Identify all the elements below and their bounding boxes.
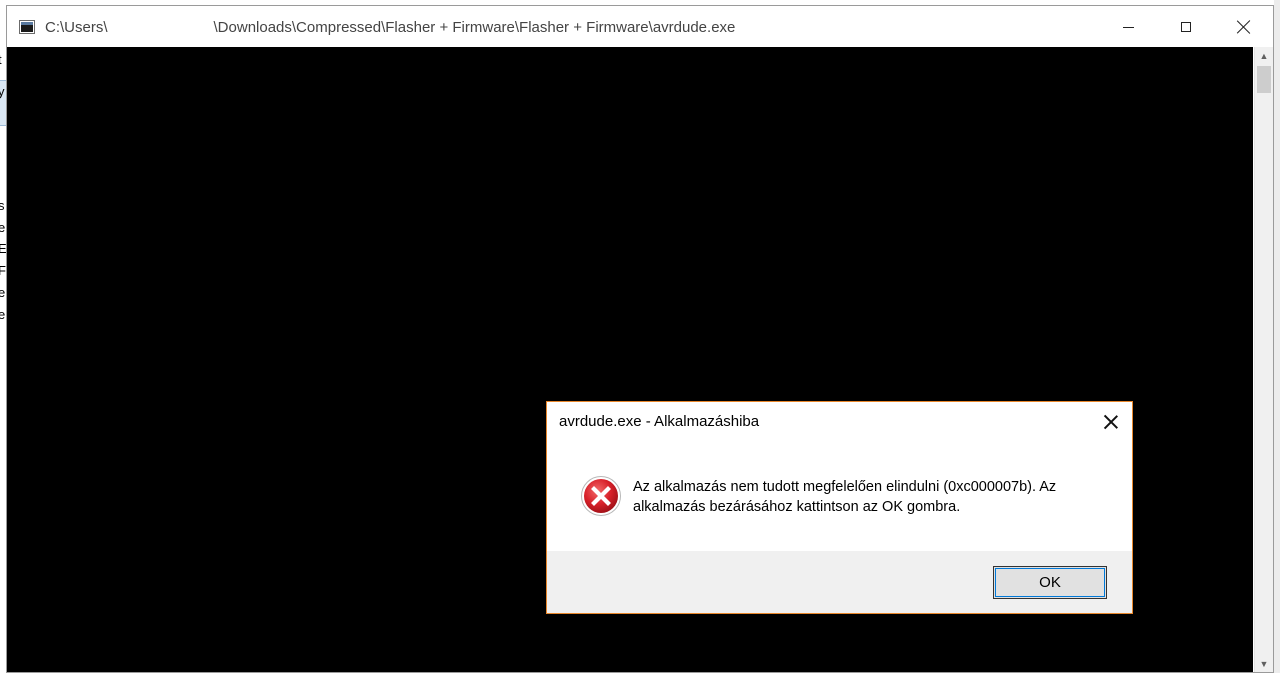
chevron-down-icon: ▼ <box>1259 658 1269 669</box>
scroll-up-arrow[interactable]: ▲ <box>1255 47 1273 64</box>
clipped-text: e <box>0 307 6 322</box>
error-icon <box>581 476 621 516</box>
title-path-prefix: C:\Users\ <box>45 19 108 36</box>
dialog-message: Az alkalmazás nem tudott megfelelően eli… <box>633 479 1057 515</box>
title-path-suffix: \Downloads\Compressed\Flasher + Firmware… <box>213 19 736 36</box>
maximize-button[interactable] <box>1157 6 1215 47</box>
console-titlebar[interactable]: C:\Users\ \Downloads\Compressed\Flasher +… <box>7 6 1273 47</box>
maximize-icon <box>1181 21 1191 32</box>
error-dialog[interactable]: avrdude.exe - Alkalmazáshiba Az alkalmaz… <box>546 401 1133 614</box>
clipped-text: e <box>0 220 6 235</box>
clipped-text: e <box>0 285 6 300</box>
desktop: t y s e E F e e C:\Users\\Downloads\Comp… <box>0 0 1280 673</box>
minimize-button[interactable] <box>1099 6 1157 47</box>
dialog-title: avrdude.exe - Alkalmazáshiba <box>559 413 760 430</box>
close-icon <box>1104 415 1118 429</box>
clipped-text: y <box>0 84 5 99</box>
clipped-text: s <box>0 198 5 213</box>
chevron-up-icon: ▲ <box>1259 50 1269 61</box>
dialog-button-bar: OK <box>547 551 1132 613</box>
ok-button[interactable]: OK <box>993 566 1107 599</box>
minimize-icon <box>1122 27 1134 28</box>
vertical-scrollbar[interactable]: ▲ ▼ <box>1254 47 1273 672</box>
close-window-button[interactable] <box>1215 6 1273 47</box>
console-window-title: C:\Users\ \Downloads\Compressed\Flasher +… <box>45 19 735 36</box>
clipped-text: t <box>0 52 2 68</box>
background-right-edge <box>1274 0 1280 673</box>
console-app-icon[interactable] <box>19 20 35 34</box>
scroll-down-arrow[interactable]: ▼ <box>1255 655 1273 672</box>
scroll-thumb[interactable] <box>1257 66 1271 93</box>
close-icon <box>1237 20 1251 34</box>
dialog-close-button[interactable] <box>1093 408 1129 436</box>
